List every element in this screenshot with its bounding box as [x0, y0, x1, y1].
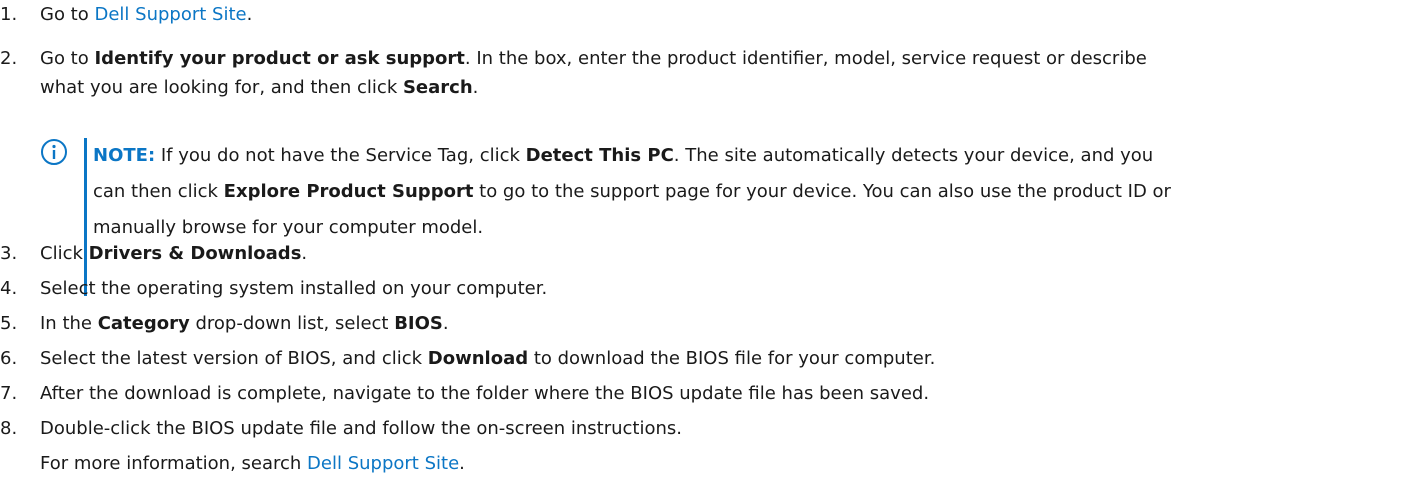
- step-7: 7. After the download is complete, navig…: [0, 382, 929, 406]
- step-number: 1.: [0, 4, 18, 25]
- step-5: 5. In the Category drop-down list, selec…: [0, 312, 449, 336]
- note-text-segment: manually browse for your computer model.: [93, 217, 484, 238]
- step-text: After the download is complete, navigate…: [40, 383, 930, 404]
- step-number: 5.: [0, 313, 18, 334]
- step-text: to download the BIOS file for your compu…: [528, 348, 936, 369]
- more-info-line: For more information, search Dell Suppor…: [40, 452, 465, 476]
- step-3: 3. Click Drivers & Downloads.: [0, 242, 307, 266]
- ui-term-category: Category: [97, 313, 190, 334]
- step-1: 1. Go to Dell Support Site.: [0, 3, 252, 27]
- dell-support-site-link-footer[interactable]: Dell Support Site: [307, 453, 459, 474]
- note-text-segment: can then click: [93, 181, 224, 202]
- step-number: 3.: [0, 243, 18, 264]
- info-circle-icon: [41, 139, 67, 165]
- more-info-text: For more information, search: [40, 453, 308, 474]
- step-text: .: [301, 243, 308, 264]
- note-label: NOTE:: [93, 145, 156, 166]
- step-2: 2. Go to Identify your product or ask su…: [0, 47, 1147, 100]
- step-text: Select the operating system installed on…: [40, 278, 548, 299]
- step-number: 7.: [0, 383, 18, 404]
- step-number: 2.: [0, 48, 18, 69]
- note-text-segment: to go to the support page for your devic…: [473, 181, 1171, 202]
- step-number: 4.: [0, 278, 18, 299]
- note-text-segment: . The site automatically detects your de…: [673, 145, 1154, 166]
- step-text: what you are looking for, and then click: [40, 77, 403, 98]
- step-text: Select the latest version of BIOS, and c…: [40, 348, 428, 369]
- step-text: .: [472, 77, 479, 98]
- step-number: 6.: [0, 348, 18, 369]
- step-text: . In the box, enter the product identifi…: [464, 48, 1147, 69]
- step-number: 8.: [0, 418, 18, 439]
- step-text: .: [442, 313, 449, 334]
- step-text: drop-down list, select: [189, 313, 395, 334]
- ui-term-bios: BIOS: [394, 313, 443, 334]
- step-text: Double-click the BIOS update file and fo…: [40, 418, 682, 439]
- dell-support-site-link[interactable]: Dell Support Site: [94, 4, 246, 25]
- more-info-text: .: [459, 453, 465, 474]
- step-text: In the: [40, 313, 98, 334]
- ui-term-download: Download: [427, 348, 529, 369]
- ui-term-search: Search: [402, 77, 473, 98]
- step-text: .: [246, 4, 253, 25]
- note-divider: [84, 138, 87, 296]
- ui-term-detect-this-pc: Detect This PC: [525, 145, 674, 166]
- step-4: 4. Select the operating system installed…: [0, 277, 547, 301]
- step-text: Go to: [40, 4, 95, 25]
- step-text: Go to: [40, 48, 95, 69]
- ui-term-explore-product-support: Explore Product Support: [223, 181, 474, 202]
- ui-term-drivers-downloads: Drivers & Downloads: [88, 243, 302, 264]
- note-text: NOTE: If you do not have the Service Tag…: [93, 138, 1393, 246]
- ui-term-identify-product: Identify your product or ask support: [94, 48, 465, 69]
- step-text: Click: [40, 243, 89, 264]
- bios-update-instructions: 1. Go to Dell Support Site. 2. Go to Ide…: [0, 0, 1403, 486]
- step-8: 8. Double-click the BIOS update file and…: [0, 417, 682, 441]
- step-6: 6. Select the latest version of BIOS, an…: [0, 347, 935, 371]
- note-text-segment: If you do not have the Service Tag, clic…: [155, 145, 526, 166]
